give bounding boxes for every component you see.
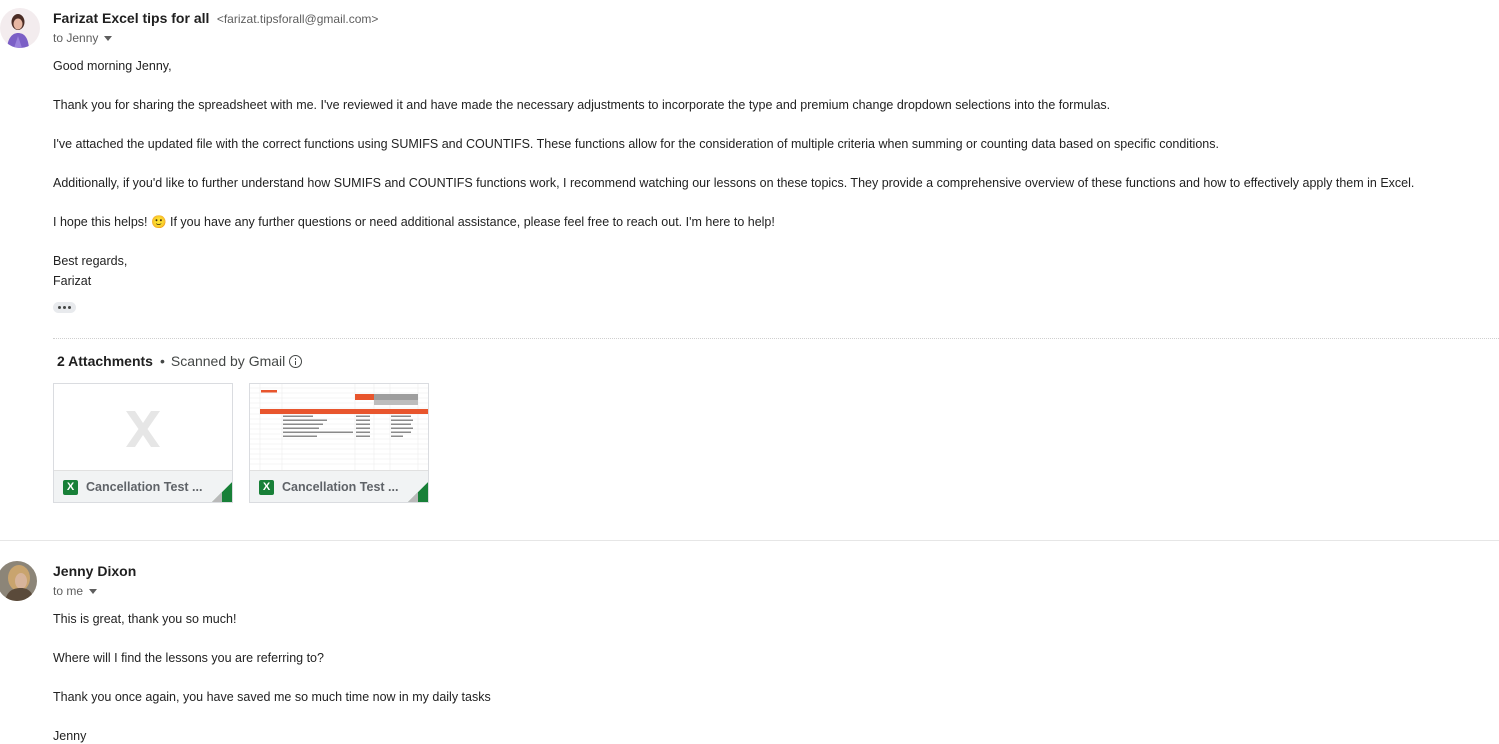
attachment-footer: X Cancellation Test ... — [54, 470, 232, 502]
sender-avatar[interactable] — [0, 8, 40, 48]
attachment-card[interactable]: X Cancellation Test ... — [249, 383, 429, 503]
attachment-preview — [250, 384, 428, 470]
avatar-portrait-icon — [0, 561, 37, 601]
file-type-corner-icon — [407, 481, 428, 502]
recipient-text: to Jenny — [53, 31, 99, 45]
scanned-by-gmail-label: Scanned by Gmail — [170, 353, 286, 369]
more-dots-icon — [68, 306, 71, 309]
attachment-file-name: Cancellation Test ... — [282, 480, 399, 494]
body-paragraph: Thank you once again, you have saved me … — [53, 690, 491, 704]
more-dots-icon — [63, 306, 66, 309]
body-signature: Farizat — [53, 274, 92, 288]
spreadsheet-thumbnail-icon — [250, 384, 428, 470]
attachment-preview — [54, 384, 232, 470]
message-farizat: Farizat Excel tips for all <farizat.tips… — [0, 0, 1499, 540]
info-icon[interactable] — [289, 355, 303, 368]
sender-name[interactable]: Jenny Dixon — [53, 563, 136, 579]
sender-avatar[interactable] — [0, 561, 37, 601]
message-jenny: Jenny Dixon to me This is great, thank y… — [0, 540, 1499, 743]
attachment-card[interactable]: X Cancellation Test ... — [53, 383, 233, 503]
sender-email: <farizat.tipsforall@gmail.com> — [216, 12, 379, 26]
body-signature: Jenny — [53, 729, 87, 743]
excel-placeholder-icon — [54, 384, 232, 470]
attachments-divider — [53, 338, 1499, 339]
recipient-details-chevron-down-icon[interactable] — [104, 36, 113, 41]
recipient-text: to me — [53, 584, 84, 598]
body-paragraph: Thank you for sharing the spreadsheet wi… — [53, 98, 1111, 112]
sender-line: Jenny Dixon — [53, 563, 136, 581]
show-trimmed-content-button[interactable] — [53, 302, 76, 313]
attachment-footer: X Cancellation Test ... — [250, 470, 428, 502]
more-dots-icon — [58, 306, 61, 309]
recipient-details-chevron-down-icon[interactable] — [89, 589, 98, 594]
sender-name[interactable]: Farizat Excel tips for all — [53, 10, 209, 26]
recipient-line: to Jenny — [53, 31, 113, 45]
attachment-file-name: Cancellation Test ... — [86, 480, 203, 494]
excel-file-icon: X — [63, 480, 78, 495]
body-paragraph: I hope this helps! 🙂 If you have any fur… — [53, 215, 775, 229]
sender-line: Farizat Excel tips for all <farizat.tips… — [53, 10, 378, 28]
body-paragraph: Where will I find the lessons you are re… — [53, 651, 324, 665]
file-type-corner-icon — [211, 481, 232, 502]
attachments-count: 2 Attachments — [57, 353, 153, 369]
body-paragraph: Additionally, if you'd like to further u… — [53, 176, 1415, 190]
body-sign-off: Best regards, — [53, 254, 128, 268]
body-paragraph: This is great, thank you so much! — [53, 612, 237, 626]
body-greeting: Good morning Jenny, — [53, 59, 172, 73]
body-paragraph: I've attached the updated file with the … — [53, 137, 1219, 151]
separator-dot: • — [159, 353, 165, 369]
avatar-portrait-icon — [0, 8, 40, 48]
excel-file-icon: X — [259, 480, 274, 495]
recipient-line: to me — [53, 584, 98, 598]
attachments-header: 2 Attachments • Scanned by Gmail — [57, 353, 303, 369]
